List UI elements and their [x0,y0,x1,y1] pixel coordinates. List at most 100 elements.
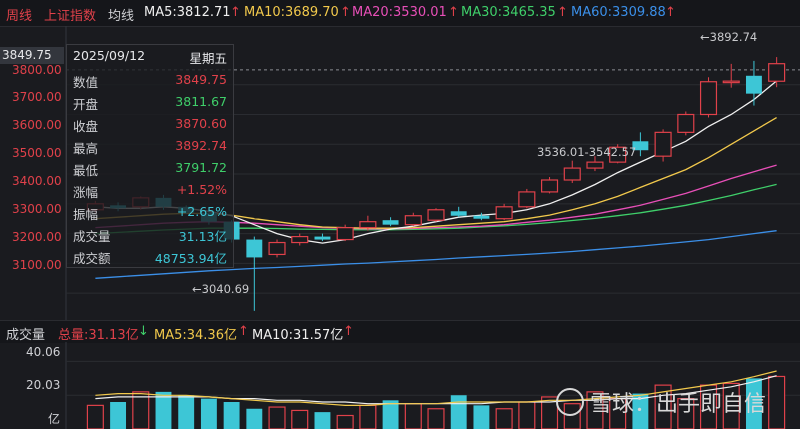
candle-body-up [677,113,695,133]
y-tick-3200: 3200.00 [12,230,62,244]
tooltip-label: 振幅 [73,207,99,222]
volume-ma10-arrow: ↑ [343,324,354,339]
tooltip-label: 涨幅 [73,185,99,200]
tooltip-val: +1.52% [176,182,227,197]
candle-body-up [563,167,581,181]
ma-toggle[interactable]: 均线 [108,5,134,24]
high-annotation: ←3892.74 [700,30,758,44]
volume-ma5: MA5:34.36亿 [154,328,237,343]
volume-down-arrow: ↓ [138,324,149,339]
vol-tick-mid: 20.03 [26,378,61,392]
candle-body-down [382,220,399,225]
tooltip-row-volume: 成交量 31.13亿 [67,223,233,245]
volume-ma5-arrow: ↑ [238,324,249,339]
snowball-logo-icon [556,388,584,416]
candle-body-up [427,209,445,221]
tooltip-val: 3811.67 [175,94,227,109]
ma5-legend: MA5:3812.71 [144,5,231,20]
tooltip-val: 3849.75 [175,72,227,87]
volume-title[interactable]: 成交量 [6,324,45,343]
tooltip-row-low: 最低 3791.72 [67,157,233,179]
data-tooltip: 2025/09/12 星期五 数值 3849.75 开盘 3811.67 收盘 387… [66,44,234,268]
volume-bar-up [768,375,786,429]
tooltip-label: 最高 [73,141,99,156]
tooltip-val: 3870.60 [175,116,227,131]
candle-body-up [359,221,377,229]
tooltip-date: 2025/09/12 [73,48,146,63]
candle-body-down [314,236,331,240]
candle-body-up [540,179,559,193]
volume-bar-down [473,405,490,429]
top-toolbar: 周线 上证指数 均线 MA5:3812.71 ↑ MA10:3689.70 ↑ … [0,0,800,27]
volume-bar-down [450,395,467,429]
tab-weekly[interactable]: 周线 [6,5,32,24]
candle-body-down [745,75,762,94]
tooltip-val: 3791.72 [175,160,227,175]
low-annotation-value: 3040.69 [201,282,250,296]
volume-toolbar: 成交量 总量:31.13亿 ↓ MA5:34.36亿 ↑ MA10:31.57亿… [0,320,800,343]
candle-body-down [473,215,490,219]
candle-body-up [268,241,286,256]
volume-total: 总量:31.13亿 [58,328,139,343]
volume-bar-up [427,408,445,429]
volume-bar-up [268,406,286,429]
tooltip-row-turnover: 成交额 48753.94亿 [67,245,233,267]
volume-bar-up [291,409,309,429]
tooltip-row-value: 数值 3849.75 [67,69,233,91]
ma60-legend: MA60:3309.88 [571,5,666,20]
tooltip-label: 开盘 [73,97,99,112]
volume-bar-up [336,414,354,429]
ma20-up-arrow: ↑ [448,5,459,20]
candle-body-up [768,63,786,82]
ma10-legend: MA10:3689.70 [244,5,339,20]
volume-bar-up [518,401,536,429]
y-tick-3100: 3100.00 [12,258,62,272]
tooltip-label: 成交量 [73,229,111,244]
volume-bar-down [200,398,217,429]
vol-tick-unit: 亿 [48,412,61,426]
candle-body-down [450,211,467,216]
volume-ma10: MA10:31.57亿 [252,328,344,343]
index-name[interactable]: 上证指数 [44,5,96,24]
vol-tick-top: 40.06 [26,345,61,359]
candle-body-up [654,131,672,157]
candle-body-up [699,81,718,116]
high-annotation-value: 3892.74 [709,30,758,44]
tooltip-row-change: 涨幅 +1.52% [67,179,233,201]
current-price-tag: 3849.75 [0,47,64,64]
tooltip-row-amplitude: 振幅 +2.65% [67,201,233,223]
ma20-legend: MA20:3530.01 [352,5,447,20]
low-annotation: ←3040.69 [192,282,250,296]
tooltip-label: 成交额 [73,251,111,266]
candle-body-up [404,215,422,226]
ma60-up-arrow: ↑ [665,5,676,20]
tooltip-row-open: 开盘 3811.67 [67,91,233,113]
volume-bar-down [178,395,195,429]
gap-annotation: 3536.01-3542.57 [537,145,637,159]
volume-bar-up [404,403,422,429]
candle-body-up [586,161,604,169]
tooltip-row-high: 最高 3892.74 [67,135,233,157]
tooltip-val: 48753.94亿 [154,251,227,266]
volume-bar-down [246,408,263,429]
candle-body-up [495,206,513,220]
tooltip-weekday: 星期五 [189,51,227,66]
volume-bar-down [223,402,240,429]
tooltip-label: 收盘 [73,119,99,134]
ma10-up-arrow: ↑ [340,5,351,20]
candle-body-up [291,235,309,244]
volume-bar-down [110,402,127,429]
watermark-text: 雪球：出手即自信 [590,392,767,417]
ma30-up-arrow: ↑ [557,5,568,20]
volume-bar-up [359,404,377,429]
ma5-up-arrow: ↑ [230,5,241,20]
watermark: 雪球：出手即自信 [556,386,766,418]
y-tick-3600: 3600.00 [12,118,62,132]
candle-body-down [246,239,263,258]
tooltip-label: 数值 [73,75,99,90]
tooltip-row-close: 收盘 3870.60 [67,113,233,135]
candle-body-up [336,227,354,241]
volume-bar-down [314,412,331,429]
y-tick-3400: 3400.00 [12,174,62,188]
volume-bar-up [86,404,104,429]
